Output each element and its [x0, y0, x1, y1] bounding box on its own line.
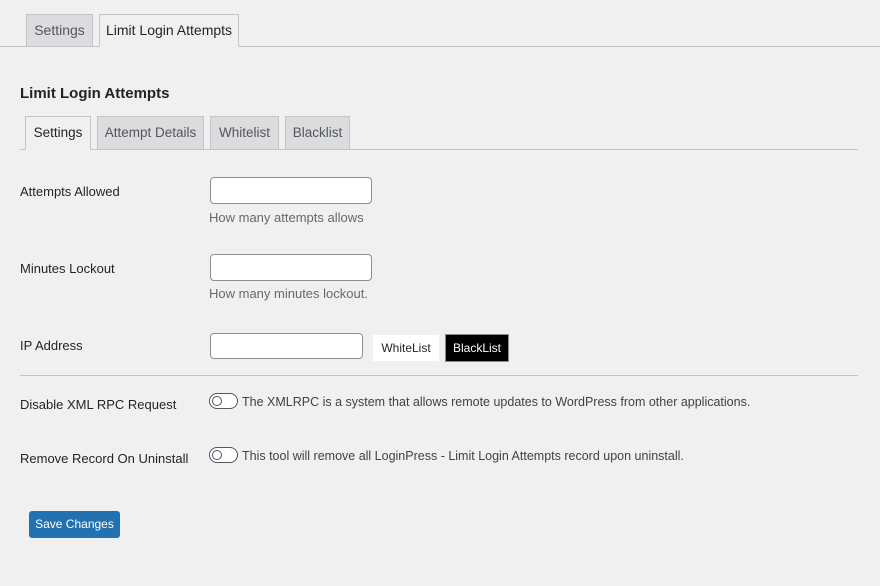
subtab-attempt-details[interactable]: Attempt Details — [97, 116, 204, 150]
subtab-settings[interactable]: Settings — [25, 116, 91, 150]
save-changes-button[interactable]: Save Changes — [29, 511, 120, 538]
disable-xmlrpc-description: The XMLRPC is a system that allows remot… — [242, 395, 751, 409]
disable-xmlrpc-toggle[interactable] — [209, 393, 238, 409]
attempts-allowed-input[interactable] — [210, 177, 372, 204]
remove-record-label: Remove Record On Uninstall — [20, 451, 189, 466]
remove-record-description: This tool will remove all LoginPress - L… — [242, 449, 684, 463]
subtab-whitelist[interactable]: Whitelist — [210, 116, 279, 150]
toggle-knob — [212, 396, 222, 406]
attempts-allowed-help: How many attempts allows — [209, 210, 364, 225]
sub-tab-bar: Settings Attempt Details Whitelist Black… — [20, 116, 858, 150]
minutes-lockout-input[interactable] — [210, 254, 372, 281]
minutes-lockout-help: How many minutes lockout. — [209, 286, 368, 301]
disable-xmlrpc-label: Disable XML RPC Request — [20, 397, 177, 412]
tab-limit-login-attempts[interactable]: Limit Login Attempts — [99, 14, 239, 47]
section-divider — [20, 375, 858, 376]
top-tab-bar: Settings Limit Login Attempts — [0, 0, 880, 47]
ip-address-label: IP Address — [20, 338, 83, 353]
subtab-blacklist[interactable]: Blacklist — [285, 116, 350, 150]
ip-address-input[interactable] — [210, 333, 363, 359]
blacklist-button[interactable]: BlackList — [445, 334, 509, 362]
toggle-knob — [212, 450, 222, 460]
attempts-allowed-label: Attempts Allowed — [20, 184, 120, 199]
minutes-lockout-label: Minutes Lockout — [20, 261, 115, 276]
tab-settings[interactable]: Settings — [26, 14, 93, 47]
whitelist-button[interactable]: WhiteList — [373, 335, 439, 361]
remove-record-toggle[interactable] — [209, 447, 238, 463]
section-title: Limit Login Attempts — [20, 85, 170, 102]
